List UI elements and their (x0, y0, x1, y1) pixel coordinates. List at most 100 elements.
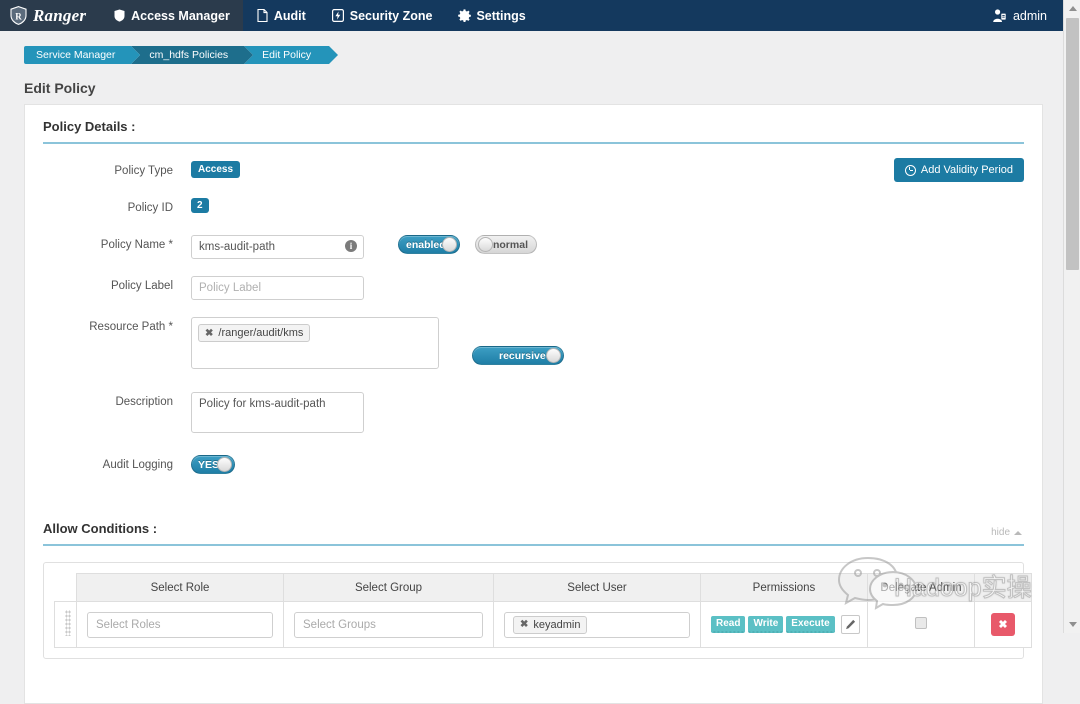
allow-conditions-table: Select Role Select Group Select User Per… (54, 573, 1032, 648)
edit-permissions-button[interactable] (840, 615, 860, 634)
bolt-icon (332, 9, 345, 23)
allow-conditions-header: Allow Conditions : hide (43, 507, 1024, 546)
top-navigation-bar: R Ranger Access Manager Audit Security Z… (0, 0, 1063, 31)
col-select-role: Select Role (76, 573, 284, 602)
scroll-down-arrow-icon[interactable] (1069, 622, 1077, 627)
delegate-admin-checkbox[interactable] (915, 617, 927, 629)
col-delegate-admin: Delegate Admin (867, 573, 975, 602)
form-row-policy-id: Policy ID 2 (25, 198, 1042, 218)
policy-label-input[interactable] (191, 276, 364, 300)
user-tag-label: keyadmin (533, 618, 581, 631)
breadcrumb-label: Edit Policy (262, 49, 312, 61)
select-users-input[interactable]: ✖ keyadmin (504, 611, 690, 638)
policy-enabled-label: enabled (406, 238, 446, 251)
form-row-policy-type: Policy Type Access (25, 161, 1042, 181)
brand-name: Ranger (33, 5, 87, 25)
ranger-shield-icon: R (10, 6, 27, 25)
audit-logging-label: Audit Logging (102, 459, 173, 471)
recursive-toggle[interactable]: recursive (472, 346, 564, 365)
add-validity-period-button[interactable]: Add Validity Period (893, 158, 1024, 182)
permission-badges: Read Write Execute (711, 615, 860, 634)
remove-user-tag-icon[interactable]: ✖ (520, 619, 528, 630)
recursive-label: recursive (499, 349, 546, 362)
user-menu[interactable]: admin (986, 0, 1063, 31)
audit-logging-toggle[interactable]: YES (191, 455, 235, 474)
chevron-up-icon (1014, 530, 1022, 535)
policy-details-title: Policy Details : (43, 119, 136, 134)
clock-icon (904, 164, 916, 176)
scrollbar-thumb[interactable] (1066, 18, 1079, 270)
nav-item-settings[interactable]: Settings (445, 0, 538, 31)
col-permissions: Permissions (700, 573, 868, 602)
user-avatar-icon (992, 8, 1007, 23)
breadcrumb: Service Manager cm_hdfs Policies Edit Po… (24, 46, 339, 64)
nav-label: Settings (476, 8, 526, 23)
breadcrumb-item-service-manager[interactable]: Service Manager (24, 46, 141, 64)
nav-item-audit[interactable]: Audit (243, 0, 319, 31)
resource-path-tag-input[interactable]: ✖ /ranger/audit/kms (191, 317, 439, 369)
svg-text:R: R (15, 11, 22, 21)
policy-enabled-toggle[interactable]: enabled (398, 235, 460, 254)
permission-badge-execute: Execute (786, 616, 835, 633)
policy-type-badge: Access (191, 161, 241, 178)
file-icon (256, 9, 269, 23)
policy-priority-label: normal (492, 238, 528, 251)
page-title: Edit Policy (24, 80, 96, 96)
policy-type-label: Policy Type (114, 165, 173, 177)
policy-name-input[interactable] (191, 235, 364, 259)
remove-tag-icon[interactable]: ✖ (205, 328, 213, 339)
form-row-audit-logging: Audit Logging YES (25, 455, 1042, 475)
shield-icon (113, 9, 126, 23)
user-tag: ✖ keyadmin (513, 615, 588, 634)
drag-handle-icon[interactable] (65, 610, 71, 636)
edit-policy-panel: Policy Details : Add Validity Period Pol… (24, 104, 1043, 704)
allow-conditions-title: Allow Conditions : (43, 521, 158, 536)
policy-id-badge: 2 (191, 198, 209, 213)
info-icon[interactable]: i (345, 240, 357, 252)
nav-label: Access Manager (131, 8, 230, 23)
cell-select-role (76, 601, 284, 648)
cell-actions: ✖ (974, 601, 1032, 648)
policy-details-header: Policy Details : (43, 105, 1024, 144)
description-textarea[interactable] (191, 392, 364, 433)
cell-select-group (283, 601, 494, 648)
toggle-knob (546, 348, 561, 363)
table-header-row: Select Role Select Group Select User Per… (54, 573, 1032, 602)
hide-allow-conditions-toggle[interactable]: hide (991, 527, 1022, 538)
policy-priority-toggle[interactable]: normal (475, 235, 537, 254)
ranger-logo[interactable]: R Ranger (0, 0, 101, 31)
handle-header (54, 573, 77, 602)
cell-select-user: ✖ keyadmin (493, 601, 701, 648)
select-roles-input[interactable] (87, 611, 273, 638)
cell-permissions: Read Write Execute (700, 601, 868, 648)
allow-conditions-table-wrap: Select Role Select Group Select User Per… (43, 562, 1032, 659)
form-row-policy-name: Policy Name * i enabled normal (25, 235, 1042, 259)
policy-name-field-wrap: i (191, 235, 364, 259)
vertical-scrollbar[interactable] (1063, 0, 1080, 633)
form-row-description: Description (25, 392, 1042, 433)
nav-item-access-manager[interactable]: Access Manager (100, 0, 243, 31)
scroll-up-arrow-icon[interactable] (1069, 6, 1077, 11)
breadcrumb-label: cm_hdfs Policies (149, 49, 229, 61)
permission-badge-read: Read (711, 616, 746, 633)
breadcrumb-item-edit-policy[interactable]: Edit Policy (244, 46, 339, 64)
resource-path-tag-label: /ranger/audit/kms (218, 327, 304, 339)
col-actions (974, 573, 1032, 602)
form-row-policy-label: Policy Label (25, 276, 1042, 300)
nav-label: Security Zone (349, 8, 433, 23)
breadcrumb-item-cm-hdfs-policies[interactable]: cm_hdfs Policies (131, 46, 253, 64)
breadcrumb-bar: Service Manager cm_hdfs Policies Edit Po… (0, 31, 1063, 73)
pencil-icon (845, 619, 855, 630)
hide-label: hide (991, 527, 1010, 538)
col-select-user: Select User (493, 573, 701, 602)
col-select-group: Select Group (283, 573, 494, 602)
nav-item-security-zone[interactable]: Security Zone (319, 0, 446, 31)
form-row-resource-path: Resource Path * ✖ /ranger/audit/kms recu… (25, 317, 1042, 369)
nav-label: Audit (273, 8, 306, 23)
toggle-knob (217, 457, 232, 472)
username-label: admin (1012, 8, 1047, 23)
select-groups-input[interactable] (294, 611, 483, 638)
toggle-knob (442, 237, 457, 252)
permission-badge-write: Write (748, 616, 784, 633)
description-label: Description (115, 396, 173, 408)
